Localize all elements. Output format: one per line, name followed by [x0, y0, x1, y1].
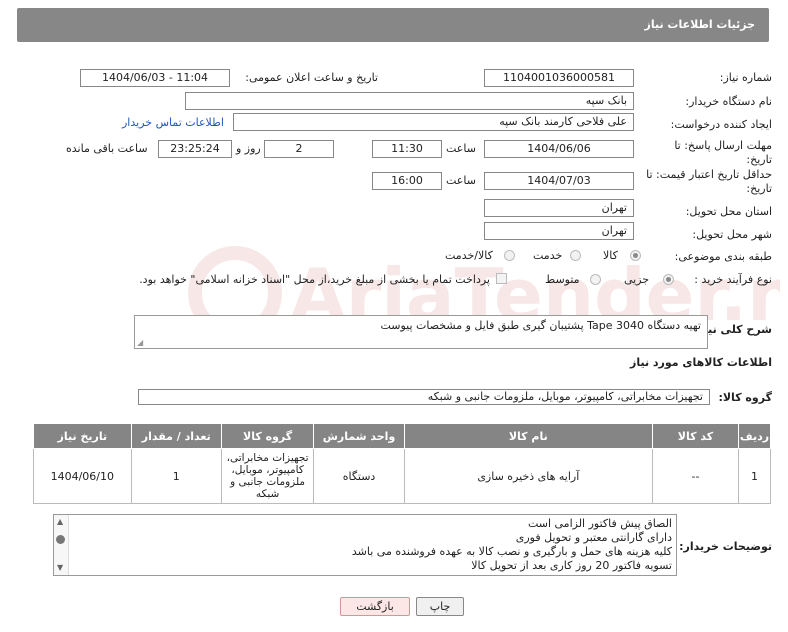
- col-header-item-name: نام کالا: [403, 423, 653, 449]
- buyer-contact-link[interactable]: اطلاعات تماس خریدار: [122, 116, 224, 129]
- process-label: نوع فرآیند خرید :: [694, 273, 772, 286]
- buyer-note-line: الصاق پیش فاکتور الزامی است: [527, 517, 672, 530]
- days-field[interactable]: 2: [264, 140, 334, 158]
- requester-field[interactable]: علی فلاحی کارمند بانک سپه: [233, 113, 634, 131]
- deadline-date-field[interactable]: 1404/06/06: [484, 140, 634, 158]
- cell-goods-group: تجهیزات مخابراتی، کامپیوتر، موبایل، ملزو…: [220, 448, 315, 504]
- requester-label: ایجاد کننده درخواست:: [670, 118, 772, 131]
- notes-scrollbar[interactable]: ▲ ▼: [54, 515, 69, 575]
- process-option-medium: متوسط: [545, 273, 580, 286]
- announce-field[interactable]: 1404/06/03 - 11:04: [80, 69, 230, 87]
- buyer-org-label: نام دستگاه خریدار:: [685, 95, 772, 108]
- cell-row-number: 1: [738, 448, 771, 504]
- cell-need-date: 1404/06/10: [33, 448, 132, 504]
- cell-item-code: --: [651, 448, 740, 504]
- table-header-row: ردیف کد کالا نام کالا واحد شمارش گروه کا…: [33, 423, 771, 449]
- buyer-notes-label: توضیحات خریدار:: [679, 540, 772, 553]
- min-validity-label: حداقل تاریخ اعتبار قیمت: تا تاریخ:: [646, 168, 772, 195]
- treasury-checkbox[interactable]: [496, 273, 507, 284]
- resize-grip-icon[interactable]: ◢: [137, 338, 143, 347]
- validity-time-label: ساعت: [446, 174, 476, 187]
- category-radio-goods-service[interactable]: [504, 250, 515, 261]
- buyer-org-field[interactable]: بانک سپه: [185, 92, 634, 110]
- description-textarea[interactable]: تهیه دستگاه Tape 3040 پشتیبان گیری طبق ف…: [134, 315, 708, 349]
- buyer-notes-content: الصاق پیش فاکتور الزامی است دارای گارانت…: [352, 517, 672, 573]
- announce-label: تاریخ و ساعت اعلان عمومی:: [245, 71, 378, 84]
- col-header-unit: واحد شمارش: [313, 423, 405, 449]
- need-number-label: شماره نیاز:: [719, 71, 772, 84]
- print-button[interactable]: چاپ: [416, 597, 464, 616]
- col-header-item-code: کد کالا: [651, 423, 740, 449]
- cell-item-name: آرایه های ذخیره سازی: [403, 448, 653, 504]
- validity-date-field[interactable]: 1404/07/03: [484, 172, 634, 190]
- page-title: جزئیات اطلاعات نیاز: [644, 18, 756, 31]
- scroll-down-icon[interactable]: ▼: [57, 563, 63, 572]
- col-header-row-number: ردیف: [738, 423, 771, 449]
- cell-unit: دستگاه: [313, 448, 405, 504]
- remaining-time-field[interactable]: 23:25:24: [158, 140, 232, 158]
- category-radio-goods[interactable]: [630, 250, 641, 261]
- deadline-time-label: ساعت: [446, 142, 476, 155]
- table-row[interactable]: 1 -- آرایه های ذخیره سازی دستگاه تجهیزات…: [33, 448, 771, 504]
- deadline-label: مهلت ارسال پاسخ: تا تاریخ:: [674, 139, 772, 166]
- need-number-field[interactable]: 1104001036000581: [484, 69, 634, 87]
- process-radio-medium[interactable]: [590, 274, 601, 285]
- payment-note: پرداخت تمام یا بخشی از مبلغ خرید،از محل …: [139, 273, 490, 286]
- province-field[interactable]: تهران: [484, 199, 634, 217]
- process-option-minor: جزیی: [624, 273, 650, 286]
- scroll-up-icon[interactable]: ▲: [57, 517, 63, 526]
- col-header-goods-group: گروه کالا: [220, 423, 315, 449]
- goods-info-title: اطلاعات کالاهای مورد نیاز: [630, 356, 772, 369]
- buyer-note-line: دارای گارانتی معتبر و تحویل فوری: [515, 531, 672, 544]
- header-bar: جزئیات اطلاعات نیاز: [17, 8, 769, 42]
- remaining-label: ساعت باقی مانده: [66, 142, 148, 155]
- category-radio-service[interactable]: [570, 250, 581, 261]
- province-label: استان محل تحویل:: [685, 205, 772, 218]
- description-text: تهیه دستگاه Tape 3040 پشتیبان گیری طبق ف…: [380, 319, 701, 332]
- cell-quantity: 1: [130, 448, 222, 504]
- buyer-notes-textarea[interactable]: الصاق پیش فاکتور الزامی است دارای گارانت…: [53, 514, 677, 576]
- category-label: طبقه بندی موضوعی:: [674, 250, 772, 263]
- col-header-need-date: تاریخ نیاز: [33, 423, 132, 449]
- category-option-service: خدمت: [533, 249, 563, 262]
- process-radio-minor[interactable]: [663, 274, 674, 285]
- items-table: ردیف کد کالا نام کالا واحد شمارش گروه کا…: [33, 423, 771, 504]
- category-option-goods: کالا: [603, 249, 618, 262]
- category-option-goods-service: کالا/خدمت: [445, 249, 493, 262]
- city-label: شهر محل تحویل:: [692, 228, 772, 241]
- col-header-quantity: تعداد / مقدار: [130, 423, 222, 449]
- buyer-note-line: تسویه فاکتور 20 روز کاری بعد از تحویل کا…: [471, 559, 672, 572]
- goods-group-label: گروه کالا:: [718, 391, 772, 404]
- scroll-thumb-icon[interactable]: [56, 535, 65, 544]
- deadline-time-field[interactable]: 11:30: [372, 140, 442, 158]
- goods-group-field[interactable]: تجهیزات مخابراتی، کامپیوتر، موبایل، ملزو…: [138, 389, 710, 405]
- days-label: روز و: [236, 142, 261, 155]
- buyer-note-line: کلیه هزینه های حمل و بارگیری و نصب کالا …: [351, 545, 672, 558]
- city-field[interactable]: تهران: [484, 222, 634, 240]
- back-button[interactable]: بازگشت: [340, 597, 410, 616]
- validity-time-field[interactable]: 16:00: [372, 172, 442, 190]
